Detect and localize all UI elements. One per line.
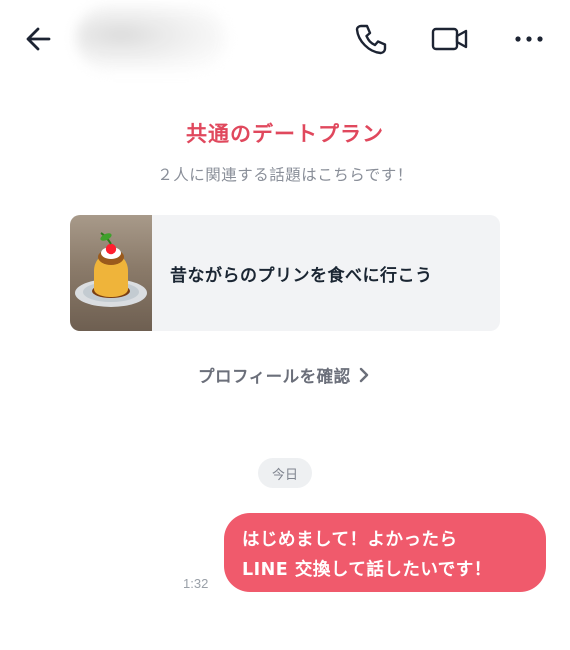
more-button[interactable] — [508, 18, 550, 60]
arrow-left-icon — [26, 27, 51, 51]
video-call-button[interactable] — [428, 18, 472, 60]
date-plan-card[interactable]: 昔ながらのプリンを食べに行こう — [70, 215, 500, 331]
blurred-avatar[interactable] — [76, 6, 226, 70]
chevron-right-icon — [359, 367, 368, 383]
more-horizontal-icon — [515, 36, 543, 42]
date-separator: 今日 — [258, 458, 312, 488]
profile-link-label: プロフィールを確認 — [198, 367, 351, 386]
back-button[interactable] — [18, 18, 60, 60]
date-plan-title: 共通のデートプラン — [186, 122, 384, 146]
date-plan-subtitle: ２人に関連する話題はこちらです！ — [157, 166, 413, 184]
pudding-image — [70, 215, 152, 331]
date-plan-label: 昔ながらのプリンを食べに行こう — [170, 266, 433, 286]
outgoing-message-bubble[interactable]: はじめまして！よかったら LINE 交換して話したいです！ — [224, 513, 546, 592]
phone-icon — [355, 24, 387, 55]
message-line-2: LINE 交換して話したいです！ — [242, 560, 492, 580]
message-timestamp: 1:32 — [183, 576, 209, 591]
profile-link[interactable]: プロフィールを確認 — [198, 362, 371, 388]
message-line-1: はじめまして！よかったら — [242, 530, 458, 550]
call-button[interactable] — [350, 18, 392, 60]
video-camera-icon — [431, 27, 468, 51]
chat-header — [0, 0, 570, 80]
